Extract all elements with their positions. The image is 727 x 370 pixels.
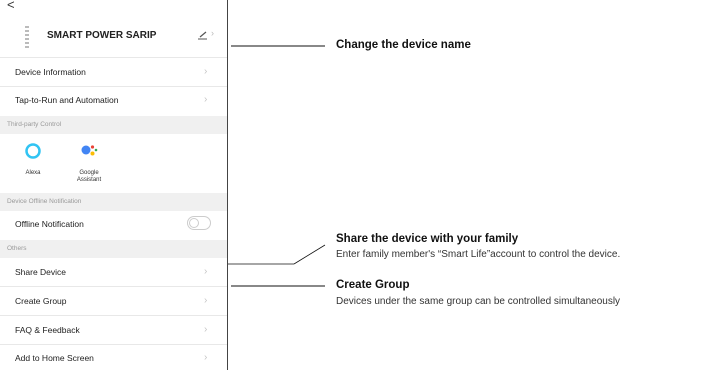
callout-share-title: Share the device with your family — [336, 233, 519, 245]
callout-group-title: Create Group — [336, 279, 410, 291]
callout-group-sub: Devices under the same group can be cont… — [336, 296, 621, 307]
callout-lines — [228, 45, 326, 287]
callout-share-sub: Enter family member's “Smart Life”accoun… — [336, 249, 621, 260]
callout-line-share-diag — [293, 244, 326, 265]
callout-change-name: Change the device name — [336, 39, 471, 51]
